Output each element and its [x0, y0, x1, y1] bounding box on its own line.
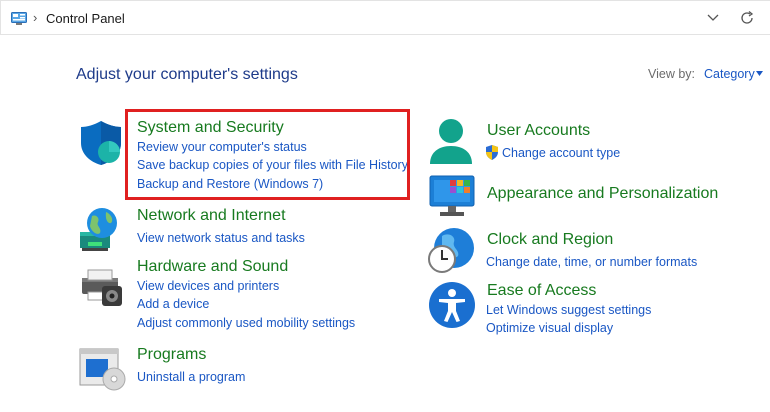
refresh-icon[interactable]: [739, 10, 755, 26]
programs-title[interactable]: Programs: [137, 346, 206, 364]
user-icon: [430, 119, 472, 164]
uninstall-program-link[interactable]: Uninstall a program: [137, 370, 245, 384]
ease-of-access-title[interactable]: Ease of Access: [487, 282, 596, 300]
network-status-link[interactable]: View network status and tasks: [137, 231, 305, 245]
breadcrumb-control-panel[interactable]: Control Panel: [46, 11, 125, 26]
devices-printers-link[interactable]: View devices and printers: [137, 279, 279, 293]
uac-shield-icon: [486, 145, 498, 160]
programs-icon: [79, 348, 126, 391]
add-device-link[interactable]: Add a device: [137, 297, 209, 311]
clock-globe-icon: [428, 228, 474, 273]
view-by-dropdown[interactable]: Category: [704, 67, 755, 81]
windows-suggest-settings-link[interactable]: Let Windows suggest settings: [486, 303, 651, 317]
caret-down-icon[interactable]: [756, 71, 763, 76]
page-title: Adjust your computer's settings: [76, 66, 298, 83]
accessibility-icon: [429, 282, 475, 328]
shield-icon: [81, 121, 121, 165]
printer-icon: [82, 269, 122, 306]
mobility-settings-link[interactable]: Adjust commonly used mobility settings: [137, 316, 355, 330]
breadcrumb-separator: ›: [33, 10, 38, 25]
clock-region-title[interactable]: Clock and Region: [487, 231, 613, 249]
highlight-box: [125, 109, 410, 200]
change-account-type-link[interactable]: Change account type: [502, 146, 620, 160]
address-bar[interactable]: › Control Panel: [0, 0, 770, 35]
date-time-formats-link[interactable]: Change date, time, or number formats: [486, 255, 697, 269]
hardware-sound-title[interactable]: Hardware and Sound: [137, 258, 288, 276]
network-internet-title[interactable]: Network and Internet: [137, 207, 286, 225]
user-accounts-title[interactable]: User Accounts: [487, 122, 590, 140]
appearance-title[interactable]: Appearance and Personalization: [487, 185, 718, 203]
control-panel-icon: [11, 12, 27, 25]
display-icon: [429, 175, 475, 216]
network-globe-icon: [80, 208, 117, 251]
view-by-label: View by:: [648, 67, 696, 81]
optimize-display-link[interactable]: Optimize visual display: [486, 321, 613, 335]
chevron-down-icon[interactable]: [705, 12, 721, 24]
